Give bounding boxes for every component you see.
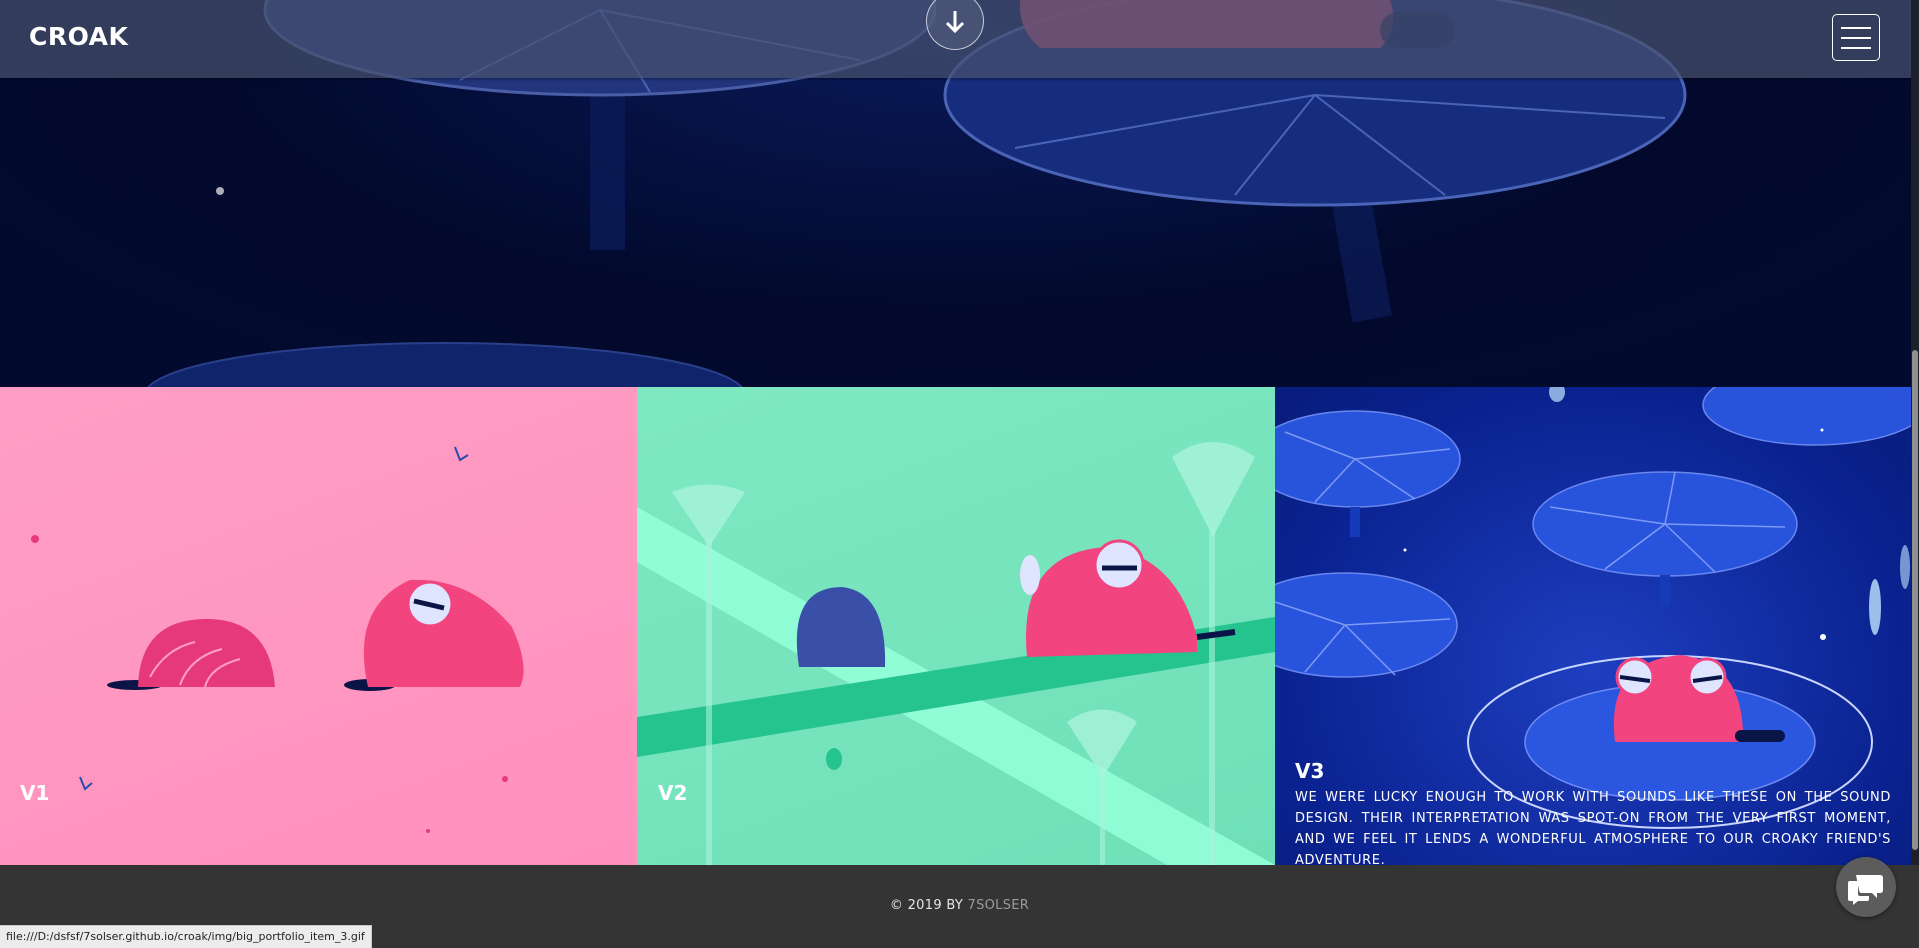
copyright-text: © 2019 BY 7SOLSER (0, 898, 1919, 913)
chat-bubbles-icon (1848, 875, 1883, 905)
author-link[interactable]: 7SOLSER (968, 898, 1030, 913)
frog-branch-illustration (637, 442, 1275, 865)
frog-pink-illustration (31, 446, 524, 833)
brand-logo[interactable]: CROAK (29, 22, 128, 51)
portfolio-grid: V1 V2 V3 WE WERE LUCKY ENOUGH TO WORK WI… (0, 387, 1911, 865)
page-scrollbar[interactable] (1911, 0, 1919, 865)
tile-label-v3: V3 (1295, 759, 1325, 783)
tile-label-v2: V2 (658, 781, 688, 805)
scrollbar-thumb[interactable] (1912, 350, 1918, 850)
tile-label-v1: V1 (20, 781, 50, 805)
scroll-down-button[interactable] (926, 0, 984, 50)
portfolio-item-v2[interactable]: V2 (637, 387, 1275, 865)
hamburger-menu-button[interactable] (1832, 14, 1880, 61)
chat-button[interactable] (1836, 857, 1896, 917)
tile-description-v3: We were lucky enough to work with sounds… (1295, 790, 1891, 865)
status-bar-url: file:///D:/dsfsf/7solser.github.io/croak… (0, 925, 372, 948)
copyright-prefix: © 2019 BY (889, 898, 964, 913)
arrow-down-icon (945, 11, 965, 34)
portfolio-item-v1[interactable]: V1 (0, 387, 637, 865)
portfolio-item-v3[interactable]: V3 We were lucky enough to work with sou… (1275, 387, 1911, 865)
hero-section: CROAK (0, 0, 1911, 387)
